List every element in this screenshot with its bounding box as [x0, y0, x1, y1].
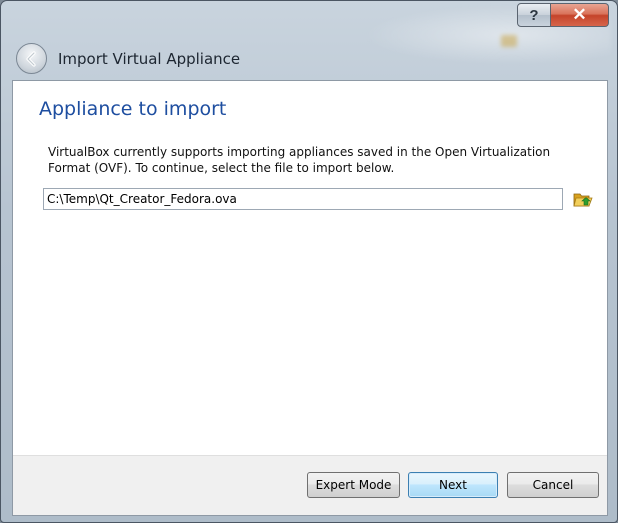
file-path-input[interactable]: [43, 188, 563, 210]
help-button[interactable]: ?: [517, 3, 551, 27]
back-button[interactable]: [16, 43, 47, 74]
caption-buttons: ? ✕: [517, 3, 609, 27]
back-arrow-icon: [25, 50, 36, 67]
dialog-window: ? ✕ Import Virtual Appliance Appliance t…: [0, 0, 618, 523]
close-button[interactable]: ✕: [551, 3, 609, 27]
cancel-button[interactable]: Cancel: [507, 472, 599, 498]
next-label: Next: [439, 478, 467, 492]
page-heading: Appliance to import: [39, 98, 227, 120]
expert-mode-label: Expert Mode: [315, 478, 392, 492]
expert-mode-button[interactable]: Expert Mode: [307, 472, 400, 498]
cancel-label: Cancel: [532, 478, 574, 492]
choose-file-button[interactable]: [572, 188, 594, 210]
open-folder-icon: [573, 193, 593, 207]
wizard-content: Appliance to import VirtualBox currently…: [12, 80, 608, 516]
button-separator: [13, 455, 607, 456]
next-button[interactable]: Next: [408, 472, 498, 498]
ghost-folder-icon: [501, 35, 517, 47]
close-icon: ✕: [572, 5, 587, 24]
wizard-page: Appliance to import VirtualBox currently…: [13, 81, 607, 455]
help-icon: ?: [529, 6, 539, 24]
window-title: Import Virtual Appliance: [58, 50, 241, 68]
page-description: VirtualBox currently supports importing …: [48, 145, 551, 175]
